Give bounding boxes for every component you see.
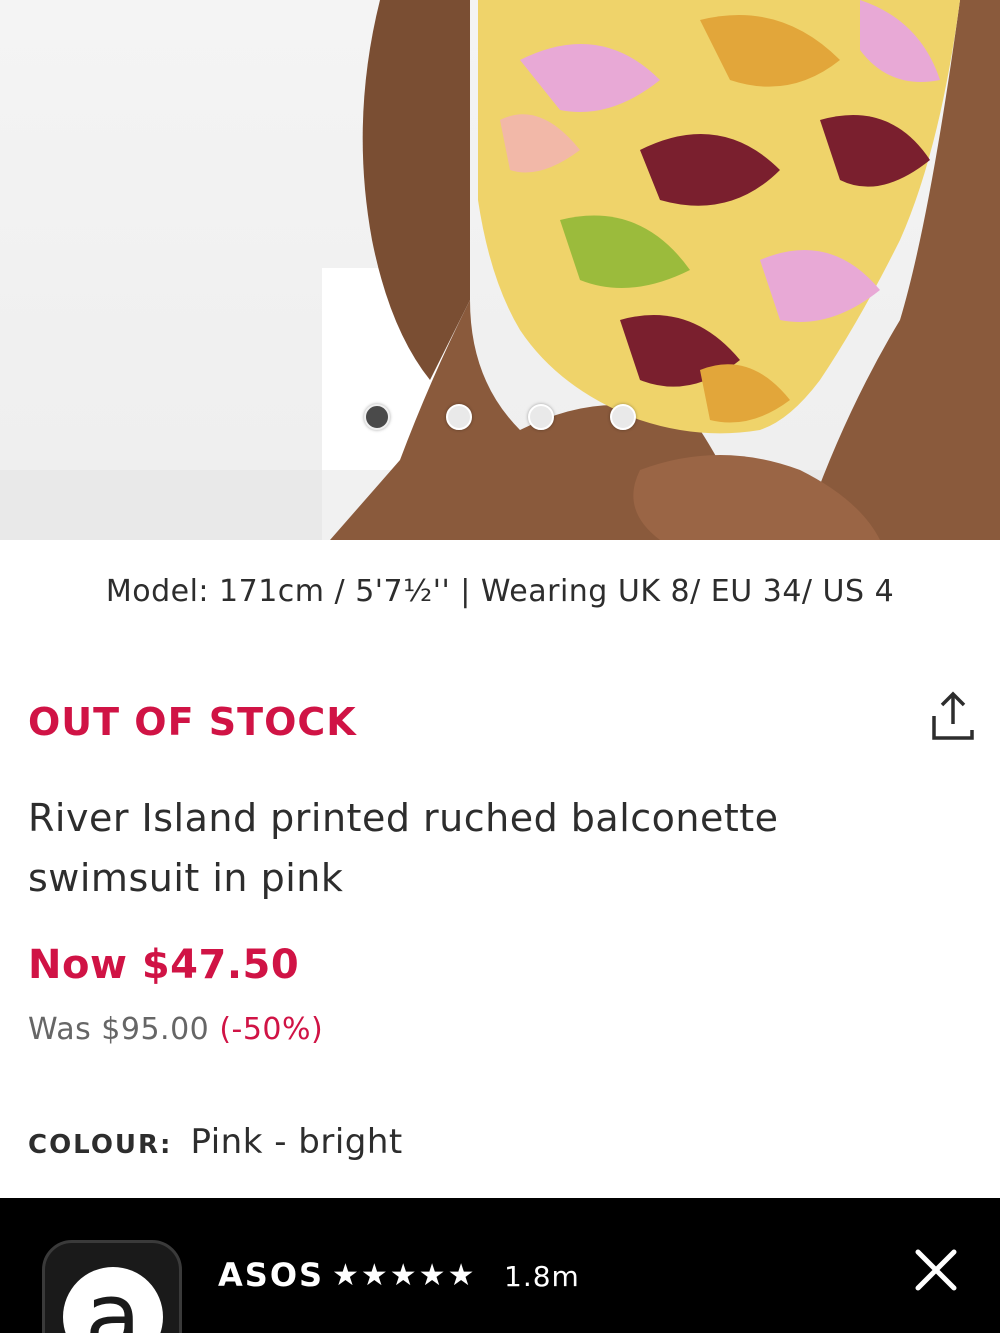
close-icon <box>915 1249 957 1291</box>
carousel-indicator[interactable] <box>0 400 1000 434</box>
asos-app-icon[interactable]: a <box>42 1240 182 1333</box>
carousel-dot-active[interactable] <box>364 404 390 430</box>
app-install-banner[interactable]: a ASOS ★★★★★ 1.8m <box>0 1198 1000 1333</box>
product-title: River Island printed ruched balconette s… <box>28 796 779 900</box>
colour-info: COLOUR: Pink - bright <box>28 1122 403 1162</box>
discount-percent: (-50%) <box>219 1012 324 1047</box>
app-icon-letter: a <box>63 1267 163 1333</box>
stock-status: OUT OF STOCK <box>28 700 357 744</box>
carousel-dot[interactable] <box>528 404 554 430</box>
model-size-info: Model: 171cm / 5'7½'' | Wearing UK 8/ EU… <box>105 574 895 609</box>
product-image[interactable] <box>0 0 1000 540</box>
carousel-dot[interactable] <box>446 404 472 430</box>
star-rating-icon: ★★★★★ <box>332 1258 477 1293</box>
close-banner-button[interactable] <box>912 1246 960 1294</box>
share-button[interactable] <box>928 690 978 744</box>
app-name: ASOS <box>218 1256 325 1294</box>
product-photo-illustration <box>0 0 1000 540</box>
colour-label: COLOUR: <box>28 1130 173 1160</box>
previous-price-row: Was $95.00 (-50%) <box>28 1012 323 1047</box>
colour-value: Pink - bright <box>190 1122 403 1162</box>
review-count: 1.8m <box>504 1260 580 1293</box>
carousel-dot[interactable] <box>610 404 636 430</box>
previous-price: Was $95.00 <box>28 1012 210 1047</box>
share-icon <box>932 691 974 740</box>
current-price: Now $47.50 <box>28 942 300 988</box>
